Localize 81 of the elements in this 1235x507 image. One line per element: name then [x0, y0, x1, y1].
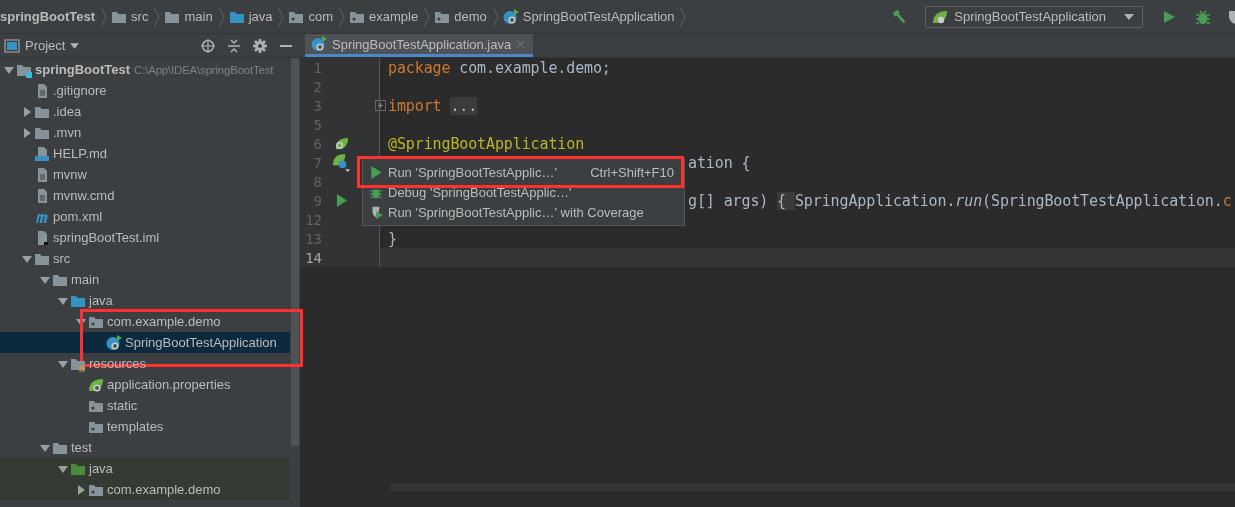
window-icon	[4, 37, 20, 54]
tree-item[interactable]: com.example.demo	[107, 314, 221, 329]
tree-item[interactable]: src	[53, 251, 71, 266]
hammer-icon[interactable]	[891, 8, 908, 25]
chevron-icon	[101, 6, 108, 27]
collapse-arrow-icon[interactable]	[40, 274, 50, 285]
run-icon	[369, 165, 383, 179]
tree-item[interactable]: test	[71, 440, 92, 455]
leaf-icon	[88, 376, 104, 393]
breadcrumb-item[interactable]: com	[308, 9, 334, 24]
collapse-arrow-icon[interactable]	[22, 253, 32, 264]
run-configuration-dropdown[interactable]: SpringBootTestApplication	[925, 5, 1143, 28]
breadcrumb-item[interactable]: demo	[454, 9, 487, 24]
breadcrumb-item[interactable]: springBootTest	[0, 9, 96, 24]
chevron-icon	[339, 6, 346, 27]
tree-item[interactable]: main	[71, 272, 100, 287]
spring-class-icon[interactable]	[331, 153, 351, 172]
tree-item[interactable]: .mvn	[53, 125, 82, 140]
code-line: ation {	[688, 153, 751, 172]
expand-arrow-icon[interactable]	[22, 106, 32, 117]
caret-icon	[70, 42, 80, 49]
code-line: }	[388, 229, 397, 248]
collapse-arrow-icon[interactable]	[58, 463, 68, 474]
tree-item[interactable]: java	[89, 461, 113, 476]
code-line: import ...	[388, 96, 478, 115]
project-view-dropdown[interactable]: Project	[4, 37, 80, 54]
chevron-icon	[680, 6, 687, 27]
breadcrumb-item[interactable]: SpringBootTestApplication	[522, 9, 675, 24]
expand-arrow-icon[interactable]	[76, 484, 86, 495]
expand-fold-icon[interactable]	[375, 100, 386, 111]
expand-arrow-icon[interactable]	[22, 127, 32, 138]
code-line: package com.example.demo;	[388, 58, 611, 77]
leaf-icon	[932, 8, 949, 25]
shield-icon[interactable]	[1227, 8, 1235, 25]
tree-item[interactable]: .gitignore	[53, 83, 107, 98]
line-number: 14	[304, 249, 322, 266]
tree-item[interactable]: mvnw.cmd	[53, 188, 115, 203]
chevron-icon	[154, 6, 161, 27]
menu-item[interactable]: Run 'SpringBootTestApplic…' Ctrl+Shift+F10	[363, 162, 684, 182]
tree-item[interactable]: HELP.md	[53, 146, 107, 161]
tree-item[interactable]: java	[89, 293, 113, 308]
spring-class-icon	[311, 36, 327, 52]
spring-class-icon	[106, 334, 122, 351]
tree-item[interactable]: application.properties	[107, 377, 231, 392]
collapse-arrow-icon[interactable]	[58, 295, 68, 306]
menu-item[interactable]: Debug 'SpringBootTestApplic…'	[363, 182, 684, 202]
breadcrumb-item[interactable]: main	[184, 9, 213, 24]
collapse-arrow-icon[interactable]	[76, 316, 86, 327]
tree-item[interactable]: .idea	[53, 104, 82, 119]
path-text: C:\App\IDEA\springBootTest	[134, 63, 274, 76]
code-line: g[] args) { SpringApplication.run(SpringBootTestApplication.c	[688, 191, 1232, 210]
tree-item[interactable]: springBootTest	[35, 62, 131, 77]
tree-item[interactable]: mvnw	[53, 167, 87, 182]
scrollbar-thumb[interactable]	[291, 58, 299, 446]
editor-tab[interactable]: SpringBootTestApplication.java	[305, 34, 534, 57]
settings-icon[interactable]	[252, 37, 268, 54]
caret-icon	[1124, 13, 1134, 20]
spring-class-icon	[502, 8, 519, 25]
tree-item[interactable]: templates	[107, 419, 164, 434]
chevron-icon	[492, 6, 499, 27]
collapse-arrow-icon[interactable]	[4, 64, 14, 75]
tree-item[interactable]: pom.xml	[53, 209, 103, 224]
menu-item[interactable]: Run 'SpringBootTestApplic…' with Coverage	[363, 202, 684, 222]
chevron-icon	[218, 6, 225, 27]
run-icon[interactable]	[1161, 8, 1177, 25]
breadcrumb-item[interactable]: java	[248, 9, 273, 24]
bean-icon[interactable]	[333, 136, 349, 151]
code-line: @SpringBootApplication	[388, 134, 585, 153]
chevron-icon	[278, 6, 285, 27]
bug-icon[interactable]	[1195, 8, 1211, 25]
collapse-all-icon[interactable]	[226, 37, 242, 54]
run-icon[interactable]	[335, 194, 347, 207]
tree-item[interactable]: static	[107, 398, 138, 413]
breadcrumb-item[interactable]: src	[131, 9, 149, 24]
tree-item[interactable]: springBootTest.iml	[53, 230, 160, 245]
crosshair-icon[interactable]	[200, 37, 216, 54]
collapse-arrow-icon[interactable]	[40, 442, 50, 453]
chevron-icon	[424, 6, 431, 27]
file-icon	[34, 145, 50, 162]
breadcrumb-item[interactable]: example	[369, 9, 419, 24]
collapse-arrow-icon[interactable]	[58, 358, 68, 369]
